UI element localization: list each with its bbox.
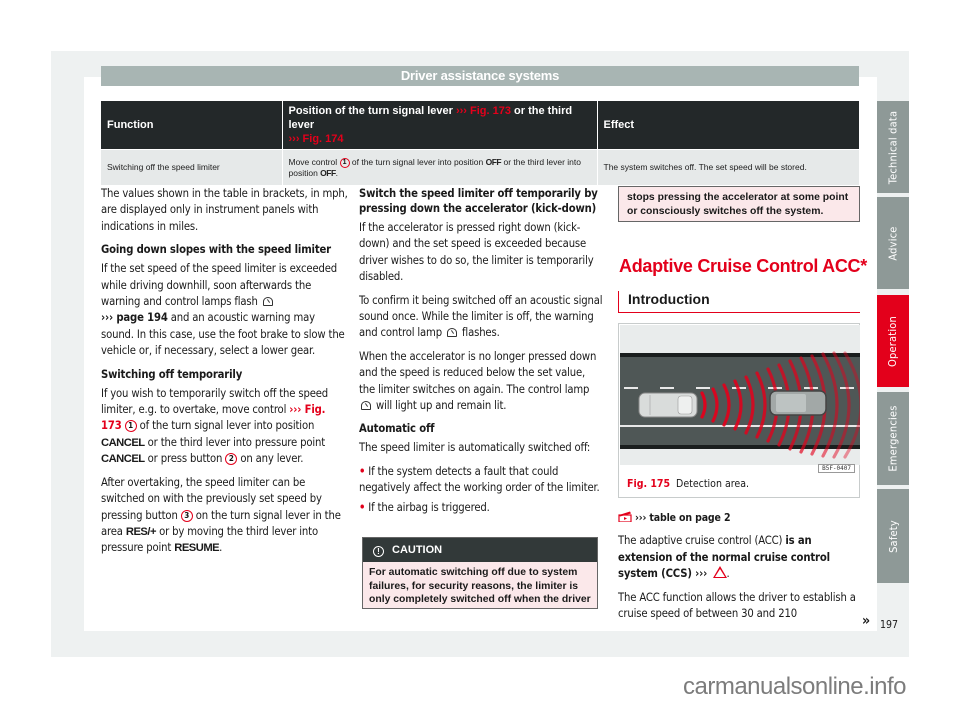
text: or press button xyxy=(144,452,226,466)
tab-label: Safety xyxy=(886,519,900,553)
heading-slopes: Going down slopes with the speed limiter xyxy=(101,243,331,257)
watermark: carmanualsonline.info xyxy=(683,673,906,700)
side-tab-safety[interactable]: Safety xyxy=(877,489,909,583)
fig-174-link[interactable]: ››› Fig. 174 xyxy=(289,133,344,145)
text: will light up and remain lit. xyxy=(373,399,507,413)
figure-caption: Fig. 175 Detection area. xyxy=(627,478,749,490)
paragraph-kick-down-2: To confirm it being switched off an acou… xyxy=(359,293,603,342)
paragraph-intro: The values shown in the table in bracket… xyxy=(101,187,348,233)
paragraph-acc-2: The ACC function allows the driver to es… xyxy=(618,590,856,621)
heading-automatic-off: Automatic off xyxy=(359,422,435,436)
caution-icon: ! xyxy=(373,546,384,557)
caution-text: For automatic switching off due to syste… xyxy=(363,562,597,608)
text: or the third lever into pressure point xyxy=(144,435,326,449)
table-reference: ››› table on page 2 xyxy=(618,510,864,526)
detection-area-illustration xyxy=(620,325,860,465)
keyword-cancel: CANCEL xyxy=(101,453,145,466)
speed-limiter-lamp-icon xyxy=(262,297,273,307)
side-tab-advice[interactable]: Advice xyxy=(877,197,909,289)
cell-function: Switching off the speed limiter xyxy=(101,149,283,185)
paragraph-slopes: If the set speed of the speed limiter is… xyxy=(101,261,349,359)
section-title: Adaptive Cruise Control ACC* xyxy=(619,256,867,276)
side-tab-emergencies[interactable]: Emergencies xyxy=(877,392,909,485)
button-number-badge: 2 xyxy=(225,453,238,466)
table-row: Switching off the speed limiter Move con… xyxy=(101,149,859,185)
leading-car-icon xyxy=(769,390,827,416)
position-keyword: OFF xyxy=(320,167,336,178)
page-number: 197 xyxy=(880,619,899,631)
list-item-text: If the system detects a fault that could… xyxy=(359,464,600,495)
control-number-badge: 1 xyxy=(124,420,137,433)
tab-label: Emergencies xyxy=(886,405,900,472)
caution-title: CAUTION xyxy=(392,544,443,556)
keyword-resume: RESUME xyxy=(174,542,220,555)
paragraph-kick-down-3: When the accelerator is no longer presse… xyxy=(359,349,603,415)
warning-link[interactable]: ››› xyxy=(692,567,711,580)
bullet-icon: • xyxy=(359,500,366,514)
warning-triangle-icon[interactable] xyxy=(712,566,727,579)
paragraph-switching-off: If you wish to temporarily switch off th… xyxy=(101,386,349,468)
cell-text: . xyxy=(335,167,339,178)
table-header-row: Function Position of the turn signal lev… xyxy=(101,101,859,150)
caution-header: ! CAUTION xyxy=(363,538,597,562)
figure-code: B5F-0407 xyxy=(818,464,855,473)
list-item-text: If the airbag is triggered. xyxy=(368,500,490,514)
road-edge-bottom xyxy=(620,445,860,449)
page-194-link[interactable]: ››› page 194 xyxy=(101,311,168,324)
keyword-res: RES/+ xyxy=(125,525,157,538)
cell-text: of the turn signal lever into position xyxy=(349,156,486,167)
column-header-effect: Effect xyxy=(597,101,859,150)
heading-kick-down: Switch the speed limiter off temporarily… xyxy=(359,187,598,215)
column-header-function: Function xyxy=(101,101,283,150)
bullet-icon: • xyxy=(359,464,366,478)
header-text: Position of the turn signal lever xyxy=(288,105,456,117)
tab-label: Technical data xyxy=(886,110,900,184)
text-column-1: The values shown in the table in bracket… xyxy=(101,186,349,564)
side-tab-operation[interactable]: Operation xyxy=(877,295,909,387)
speed-limiter-lamp-icon xyxy=(447,328,457,338)
figure-detection-area: B5F-0407 Fig. 175 Detection area. xyxy=(618,323,860,498)
speed-limiter-lamp-icon xyxy=(361,401,371,411)
keyword-cancel: CANCEL xyxy=(101,436,145,449)
text: . xyxy=(219,541,223,555)
cell-text: Move control xyxy=(288,156,340,167)
text-column-2: Switch the speed limiter off temporarily… xyxy=(359,186,603,519)
side-tab-technical-data[interactable]: Technical data xyxy=(877,101,909,193)
text-column-3: ››› table on page 2 The adaptive cruise … xyxy=(618,510,864,629)
paragraph-automatic-off: The speed limiter is automatically switc… xyxy=(359,441,591,455)
text: The adaptive cruise control (ACC) xyxy=(618,534,786,548)
figure-caption-text: Detection area. xyxy=(676,478,749,490)
position-keyword: OFF xyxy=(485,156,502,167)
list-item: • If the airbag is triggered. xyxy=(359,500,603,516)
text: When the accelerator is no longer presse… xyxy=(359,349,597,396)
paragraph-kick-down-1: If the accelerator is pressed right down… xyxy=(359,221,594,284)
text: on any lever. xyxy=(237,452,304,466)
text: If the set speed of the speed limiter is… xyxy=(101,262,338,309)
function-table: Function Position of the turn signal lev… xyxy=(101,101,859,185)
tab-label: Advice xyxy=(886,225,900,261)
paragraph-after-overtaking: After overtaking, the speed limiter can … xyxy=(101,475,349,557)
caution-continued: stops pressing the accelerator at some p… xyxy=(618,186,860,222)
paragraph-acc-1: The adaptive cruise control (ACC) is an … xyxy=(618,534,830,581)
subsection-heading: Introduction xyxy=(618,291,860,313)
media-clapper-icon xyxy=(618,511,632,523)
page-header: Driver assistance systems xyxy=(101,66,859,86)
table-on-page-2-link[interactable]: ››› table on page 2 xyxy=(635,512,731,524)
tab-label: Operation xyxy=(886,315,900,367)
text: of the turn signal lever into position xyxy=(136,419,315,433)
text: flashes. xyxy=(459,326,500,340)
heading-switching-off: Switching off temporarily xyxy=(101,367,243,381)
figure-number: Fig. 175 xyxy=(627,478,671,490)
button-number-badge: 3 xyxy=(180,509,193,522)
own-car-icon xyxy=(638,392,698,418)
list-item: • If the system detects a fault that coul… xyxy=(359,464,603,497)
cell-position: Move control 1 of the turn signal lever … xyxy=(282,149,598,185)
column-header-position: Position of the turn signal lever ››› Fi… xyxy=(282,101,598,150)
caution-box: ! CAUTION For automatic switching off due… xyxy=(362,537,598,609)
control-number-badge: 1 xyxy=(339,157,350,168)
cell-effect: The system switches off. The set speed w… xyxy=(597,149,859,185)
fig-173-link[interactable]: ››› Fig. 173 xyxy=(456,105,511,117)
continue-next-page-icon: » xyxy=(862,613,871,629)
